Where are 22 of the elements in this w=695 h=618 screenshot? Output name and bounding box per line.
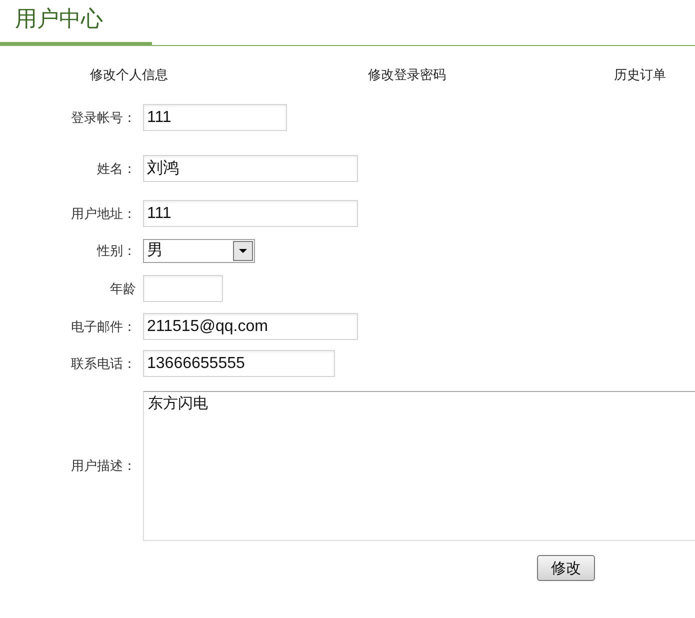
field-label: 性别： [97,243,136,259]
text-field[interactable]: 111 [143,104,287,131]
field-label: 电子邮件： [71,318,136,334]
text-field[interactable] [143,275,223,302]
text-field[interactable]: 211515@qq.com [143,313,358,340]
field-label: 用户描述： [71,458,136,474]
field-label: 联系电话： [71,356,136,372]
field-label: 年龄 [110,280,136,296]
textarea-field[interactable]: 东方闪电 [143,391,695,541]
nav-link[interactable]: 修改个人信息 [90,67,168,83]
nav-link[interactable]: 历史订单 [614,67,666,83]
nav-link[interactable]: 修改登录密码 [368,67,446,83]
field-label: 登录帐号： [71,110,136,126]
select-field[interactable]: 男 [143,239,255,263]
text-field[interactable]: 111 [143,200,358,227]
page-title: 用户中心 [15,5,103,33]
field-label: 姓名： [97,160,136,176]
text-field[interactable]: 刘鸿 [143,155,358,182]
field-label: 用户地址： [71,206,136,222]
caret-icon[interactable] [233,241,253,261]
text-field[interactable]: 13666655555 [143,350,335,377]
submit-button[interactable]: 修改 [537,555,595,581]
